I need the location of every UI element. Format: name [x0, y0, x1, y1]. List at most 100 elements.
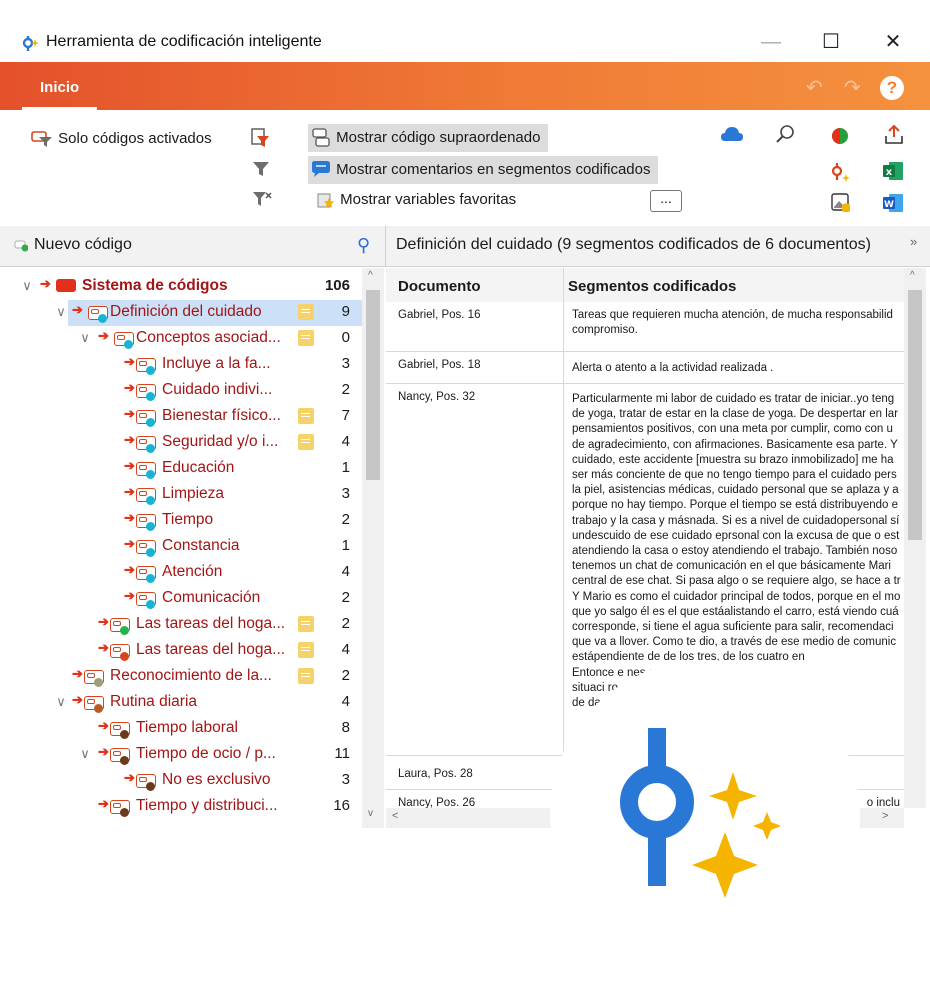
code-arrow-icon: ➔: [72, 666, 83, 681]
only-active-codes-button[interactable]: Solo códigos activados: [30, 130, 212, 148]
memo-icon[interactable]: [298, 668, 314, 684]
tree-row[interactable]: ➔ Tiempo laboral 8: [14, 716, 362, 742]
tree-row[interactable]: ∨ ➔ Tiempo de ocio / p... 11: [14, 742, 362, 768]
segment-document-cell[interactable]: Nancy, Pos. 26: [386, 790, 564, 808]
redo-icon[interactable]: ↷: [844, 75, 861, 100]
smart-coding-icon[interactable]: [830, 160, 852, 182]
column-header-segments[interactable]: Segmentos codificados: [564, 268, 904, 302]
more-options-button[interactable]: ...: [650, 190, 682, 212]
filter-red-icon[interactable]: [250, 128, 270, 148]
word-icon[interactable]: W: [882, 192, 904, 214]
tree-row[interactable]: ➔ Cuidado indivi... 2: [14, 378, 362, 404]
segment-text-line: Y Mario es como el cuidador principal de…: [572, 590, 901, 603]
expand-chevron-icon[interactable]: »: [910, 234, 917, 249]
cloud-icon[interactable]: [720, 124, 744, 144]
memo-icon[interactable]: [298, 330, 314, 346]
undo-icon[interactable]: ↶: [806, 75, 823, 100]
tree-row[interactable]: ➔ Limpieza 3: [14, 482, 362, 508]
expand-chevron-icon[interactable]: ∨: [78, 746, 92, 762]
new-code-button[interactable]: Nuevo código: [34, 236, 132, 254]
tree-row[interactable]: ➔ Tiempo y distribuci... 16: [14, 794, 362, 820]
memo-icon[interactable]: [298, 434, 314, 450]
tree-row[interactable]: ➔ Reconocimiento de la... 2: [14, 664, 362, 690]
segment-text-line: undescuido de ese cuidado eprsonal con l…: [572, 529, 900, 542]
search-icon[interactable]: ⚲: [357, 235, 370, 256]
filter-icon[interactable]: [252, 160, 270, 178]
code-arrow-icon: ➔: [124, 770, 135, 785]
expand-chevron-icon[interactable]: ∨: [78, 330, 92, 346]
tree-row[interactable]: ➔ Las tareas del hoga... 4: [14, 638, 362, 664]
code-arrow-icon: ➔: [124, 432, 135, 447]
tree-row-label: Atención: [162, 563, 223, 580]
tree-row[interactable]: ➔ Incluye a la fa... 3: [14, 352, 362, 378]
segment-text-line: compromiso.: [572, 324, 638, 337]
tree-row[interactable]: ∨ ➔ Sistema de códigos 106: [14, 274, 362, 300]
help-icon[interactable]: ?: [880, 76, 904, 100]
tree-row[interactable]: ∨ ➔ Definición del cuidado 9: [56, 300, 362, 326]
show-favorite-variables-toggle[interactable]: Mostrar variables favoritas: [316, 190, 516, 210]
expand-chevron-icon[interactable]: ∨: [54, 304, 68, 320]
memo-icon[interactable]: [298, 408, 314, 424]
code-color-dot: [146, 366, 155, 375]
code-arrow-icon: ➔: [98, 718, 109, 733]
code-color-dot: [146, 392, 155, 401]
close-button[interactable]: ✕: [878, 28, 908, 56]
tab-inicio[interactable]: Inicio: [22, 62, 98, 110]
tree-row[interactable]: ➔ Tiempo 2: [14, 508, 362, 534]
show-parent-code-toggle[interactable]: Mostrar código supraordenado: [308, 124, 549, 152]
segment-text-line: Particularmente mi labor de cuidado es t…: [572, 393, 895, 405]
clear-filter-icon[interactable]: [252, 190, 272, 208]
code-arrow-icon: ➔: [124, 484, 135, 499]
memo-icon[interactable]: [298, 642, 314, 658]
tree-row[interactable]: ➔ No es exclusivo 3: [14, 768, 362, 794]
tree-row[interactable]: ➔ Constancia 1: [14, 534, 362, 560]
segment-document-cell[interactable]: Laura, Pos. 28: [386, 756, 564, 790]
tree-row[interactable]: ➔ Seguridad y/o i... 4: [14, 430, 362, 456]
code-arrow-icon: ➔: [124, 380, 135, 395]
tree-row[interactable]: ➔ Educación 1: [14, 456, 362, 482]
compare-icon[interactable]: [830, 126, 850, 146]
segment-text-line: trabajo y la casa y másnada. Si es a niv…: [572, 514, 900, 527]
segment-text-line: que yo salgo él es el que estáalistando …: [572, 605, 899, 618]
segment-document-cell[interactable]: Gabriel, Pos. 16: [386, 302, 564, 352]
tree-row-label: Bienestar físico...: [162, 407, 281, 424]
code-color-dot: [146, 470, 155, 479]
column-header-document[interactable]: Documento: [386, 268, 564, 302]
image-export-icon[interactable]: [830, 192, 852, 214]
ribbon-body: Solo códigos activados Mostrar código su…: [0, 110, 930, 227]
tree-row[interactable]: ➔ Las tareas del hoga... 2: [14, 612, 362, 638]
segments-scrollbar[interactable]: ^: [904, 268, 926, 808]
tree-row[interactable]: ∨ ➔ Conceptos asociad... 0: [14, 326, 362, 352]
excel-icon[interactable]: x: [882, 160, 904, 182]
expand-chevron-icon[interactable]: ∨: [20, 278, 34, 294]
segment-text-cell[interactable]: Tareas que requieren mucha atención, de …: [564, 302, 904, 352]
segment-text-line: corresponde, si tiene el agua suficiente…: [572, 621, 894, 634]
tree-row-count: 2: [341, 615, 350, 632]
code-color-dot: [120, 652, 129, 661]
only-active-codes-label: Solo códigos activados: [58, 130, 212, 147]
search-ribbon-icon[interactable]: [775, 124, 795, 144]
expand-chevron-icon[interactable]: ∨: [54, 694, 68, 710]
tree-row-label: Cuidado indivi...: [162, 381, 273, 398]
maximize-button[interactable]: ☐: [816, 28, 846, 56]
segment-document-cell[interactable]: Nancy, Pos. 32: [386, 384, 564, 756]
code-color-dot: [124, 340, 133, 349]
code-arrow-icon: ➔: [72, 302, 83, 317]
segment-document-cell[interactable]: Gabriel, Pos. 18: [386, 352, 564, 384]
tree-row[interactable]: ∨ ➔ Rutina diaria 4: [14, 690, 362, 716]
code-color-dot: [120, 730, 129, 739]
tree-row-count: 3: [341, 485, 350, 502]
tree-row-count: 3: [341, 355, 350, 372]
export-icon[interactable]: [884, 124, 904, 146]
minimize-button[interactable]: —: [756, 28, 786, 56]
code-tree-scrollbar[interactable]: ^ v: [362, 268, 384, 828]
tree-row[interactable]: ➔ Atención 4: [14, 560, 362, 586]
memo-icon[interactable]: [298, 616, 314, 632]
segment-text-line: que va a llover. Como te dio, a través d…: [572, 636, 897, 649]
tree-row[interactable]: ➔ Bienestar físico... 7: [14, 404, 362, 430]
code-arrow-icon: ➔: [98, 640, 109, 655]
tree-row[interactable]: ➔ Comunicación 2: [14, 586, 362, 612]
memo-icon[interactable]: [298, 304, 314, 320]
segment-text-cell[interactable]: Alerta o atento a la actividad realizada…: [564, 352, 904, 384]
show-comments-toggle[interactable]: Mostrar comentarios en segmentos codific…: [308, 156, 659, 184]
